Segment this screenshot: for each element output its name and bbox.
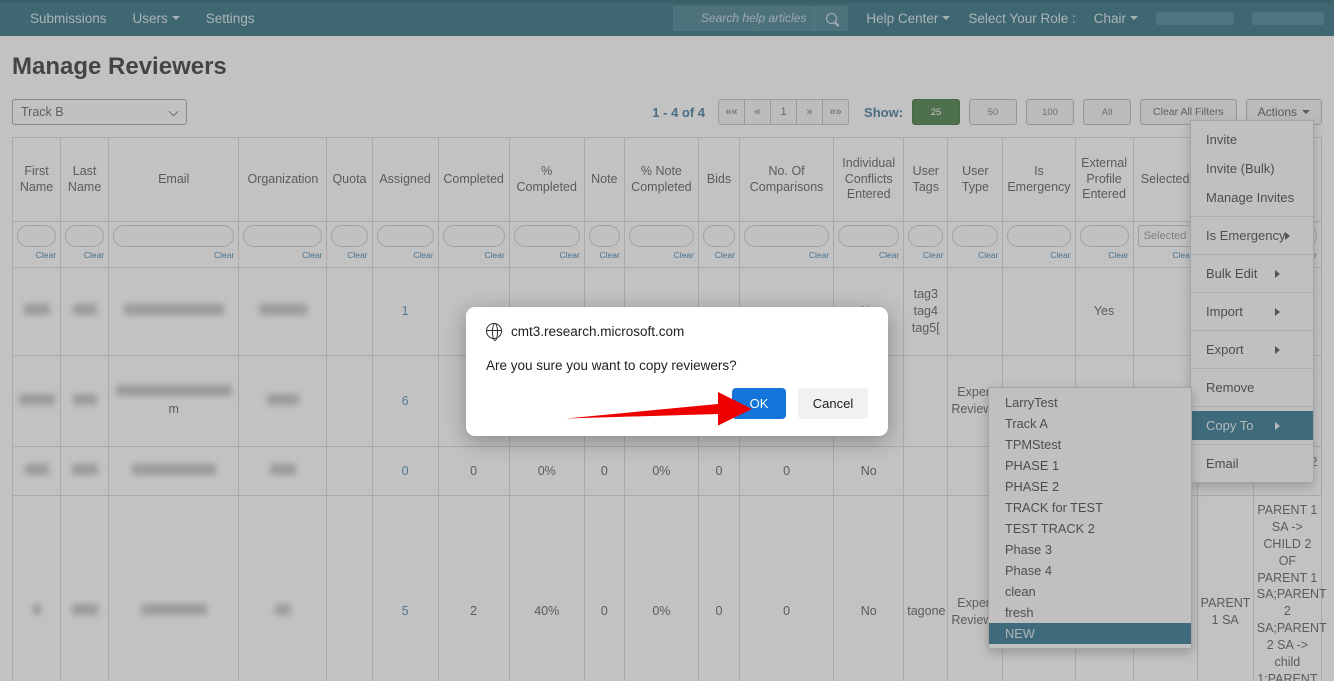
dialog-origin-row: cmt3.research.microsoft.com xyxy=(485,322,868,341)
cancel-button[interactable]: Cancel xyxy=(798,388,868,419)
app-root: Submissions Users Settings Search help a… xyxy=(0,0,1334,681)
globe-icon xyxy=(485,322,502,341)
dialog-origin-host: cmt3.research.microsoft.com xyxy=(511,323,685,339)
dialog-message: Are you sure you want to copy reviewers? xyxy=(486,358,737,373)
red-arrow-annotation xyxy=(566,392,752,426)
